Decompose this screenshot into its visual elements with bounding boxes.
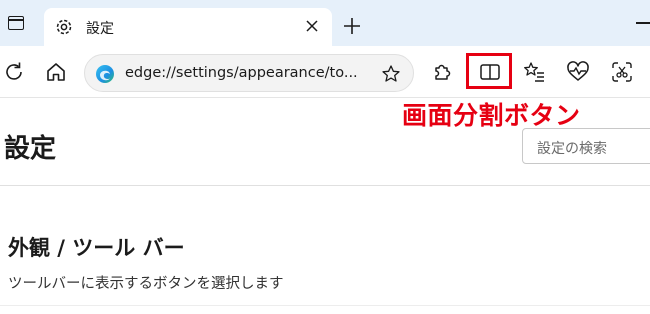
home-icon[interactable]	[44, 60, 68, 84]
address-bar[interactable]: edge://settings/appearance/to...	[84, 54, 414, 92]
browser-toolbar: edge://settings/appearance/to...	[0, 46, 650, 98]
tab-actions-icon[interactable]	[6, 14, 28, 34]
url-text: edge://settings/appearance/to...	[125, 65, 358, 81]
gear-icon	[54, 17, 74, 37]
section-description: ツールバーに表示するボタンを選択します	[8, 276, 284, 292]
annotation-label: 画面分割ボタン	[402, 101, 581, 130]
refresh-icon[interactable]	[2, 60, 26, 84]
section-title: 外観 / ツール バー	[8, 236, 185, 260]
extensions-icon[interactable]	[430, 60, 454, 84]
favorite-star-icon[interactable]	[381, 64, 401, 84]
search-placeholder: 設定の検索	[537, 141, 607, 157]
minimize-button[interactable]	[636, 22, 650, 24]
tab-settings[interactable]: 設定	[44, 8, 332, 46]
favorites-list-icon[interactable]	[522, 60, 546, 84]
divider-bottom	[0, 305, 650, 306]
browser-essentials-icon[interactable]	[566, 60, 590, 84]
divider	[0, 185, 650, 186]
page-title: 設定	[4, 134, 57, 164]
tab-strip: 設定	[0, 0, 650, 46]
settings-search-input[interactable]: 設定の検索	[522, 128, 650, 164]
edge-logo-icon	[95, 64, 115, 84]
web-capture-icon[interactable]	[610, 60, 634, 84]
tab-title: 設定	[86, 21, 114, 37]
close-icon[interactable]	[304, 18, 320, 34]
split-screen-highlight	[466, 53, 512, 89]
new-tab-icon[interactable]	[342, 16, 362, 36]
